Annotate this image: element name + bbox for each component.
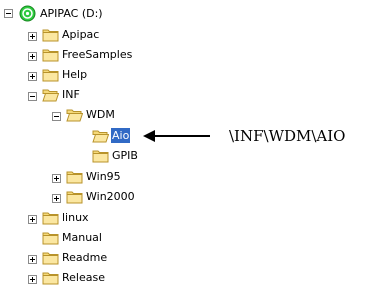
expand-win95-toggle[interactable] <box>52 174 61 183</box>
expand-readme-toggle[interactable] <box>28 255 37 264</box>
folder-icon <box>42 29 59 42</box>
tree-item-manual[interactable]: Manual <box>61 230 103 245</box>
expand-freesamples-toggle[interactable] <box>28 52 37 61</box>
folder-icon <box>42 212 59 225</box>
tree-item-win95[interactable]: Win95 <box>85 169 122 184</box>
tree-item-freesamples[interactable]: FreeSamples <box>61 47 133 62</box>
expand-help-toggle[interactable] <box>28 72 37 81</box>
tree-item-help[interactable]: Help <box>61 67 88 82</box>
folder-icon <box>42 232 59 245</box>
expand-release-toggle[interactable] <box>28 275 37 284</box>
tree-item-win2000[interactable]: Win2000 <box>85 189 136 204</box>
expand-win2000-toggle[interactable] <box>52 194 61 203</box>
folder-icon <box>42 49 59 62</box>
tree-item-gpib[interactable]: GPIB <box>111 148 139 163</box>
expand-apipac-toggle[interactable] <box>28 32 37 41</box>
tree-item-apipac[interactable]: Apipac <box>61 27 100 42</box>
folder-open-icon <box>92 130 109 143</box>
folder-icon <box>66 191 83 204</box>
path-annotation: \INF\WDM\AIO <box>229 127 346 145</box>
folder-open-icon <box>66 109 83 122</box>
arrow-shaft <box>154 135 210 137</box>
tree-item-root[interactable]: APIPAC (D:) <box>39 6 104 21</box>
tree-item-inf[interactable]: INF <box>61 87 81 102</box>
drive-icon <box>19 5 36 22</box>
folder-icon <box>66 171 83 184</box>
folder-icon <box>42 69 59 82</box>
tree-item-aio[interactable]: Aio <box>111 128 131 143</box>
folder-icon <box>42 272 59 285</box>
folder-icon <box>42 252 59 265</box>
tree-item-wdm[interactable]: WDM <box>85 107 116 122</box>
tree-item-release[interactable]: Release <box>61 270 106 285</box>
folder-icon <box>92 150 109 163</box>
folder-tree: APIPAC (D:) Apipac FreeSamples Help INF … <box>0 0 376 291</box>
collapse-inf-toggle[interactable] <box>28 92 37 101</box>
tree-item-linux[interactable]: linux <box>61 210 90 225</box>
collapse-wdm-toggle[interactable] <box>52 112 61 121</box>
expand-linux-toggle[interactable] <box>28 215 37 224</box>
tree-item-readme[interactable]: Readme <box>61 250 108 265</box>
folder-open-icon <box>42 89 59 102</box>
root-collapse-toggle[interactable] <box>4 9 13 18</box>
